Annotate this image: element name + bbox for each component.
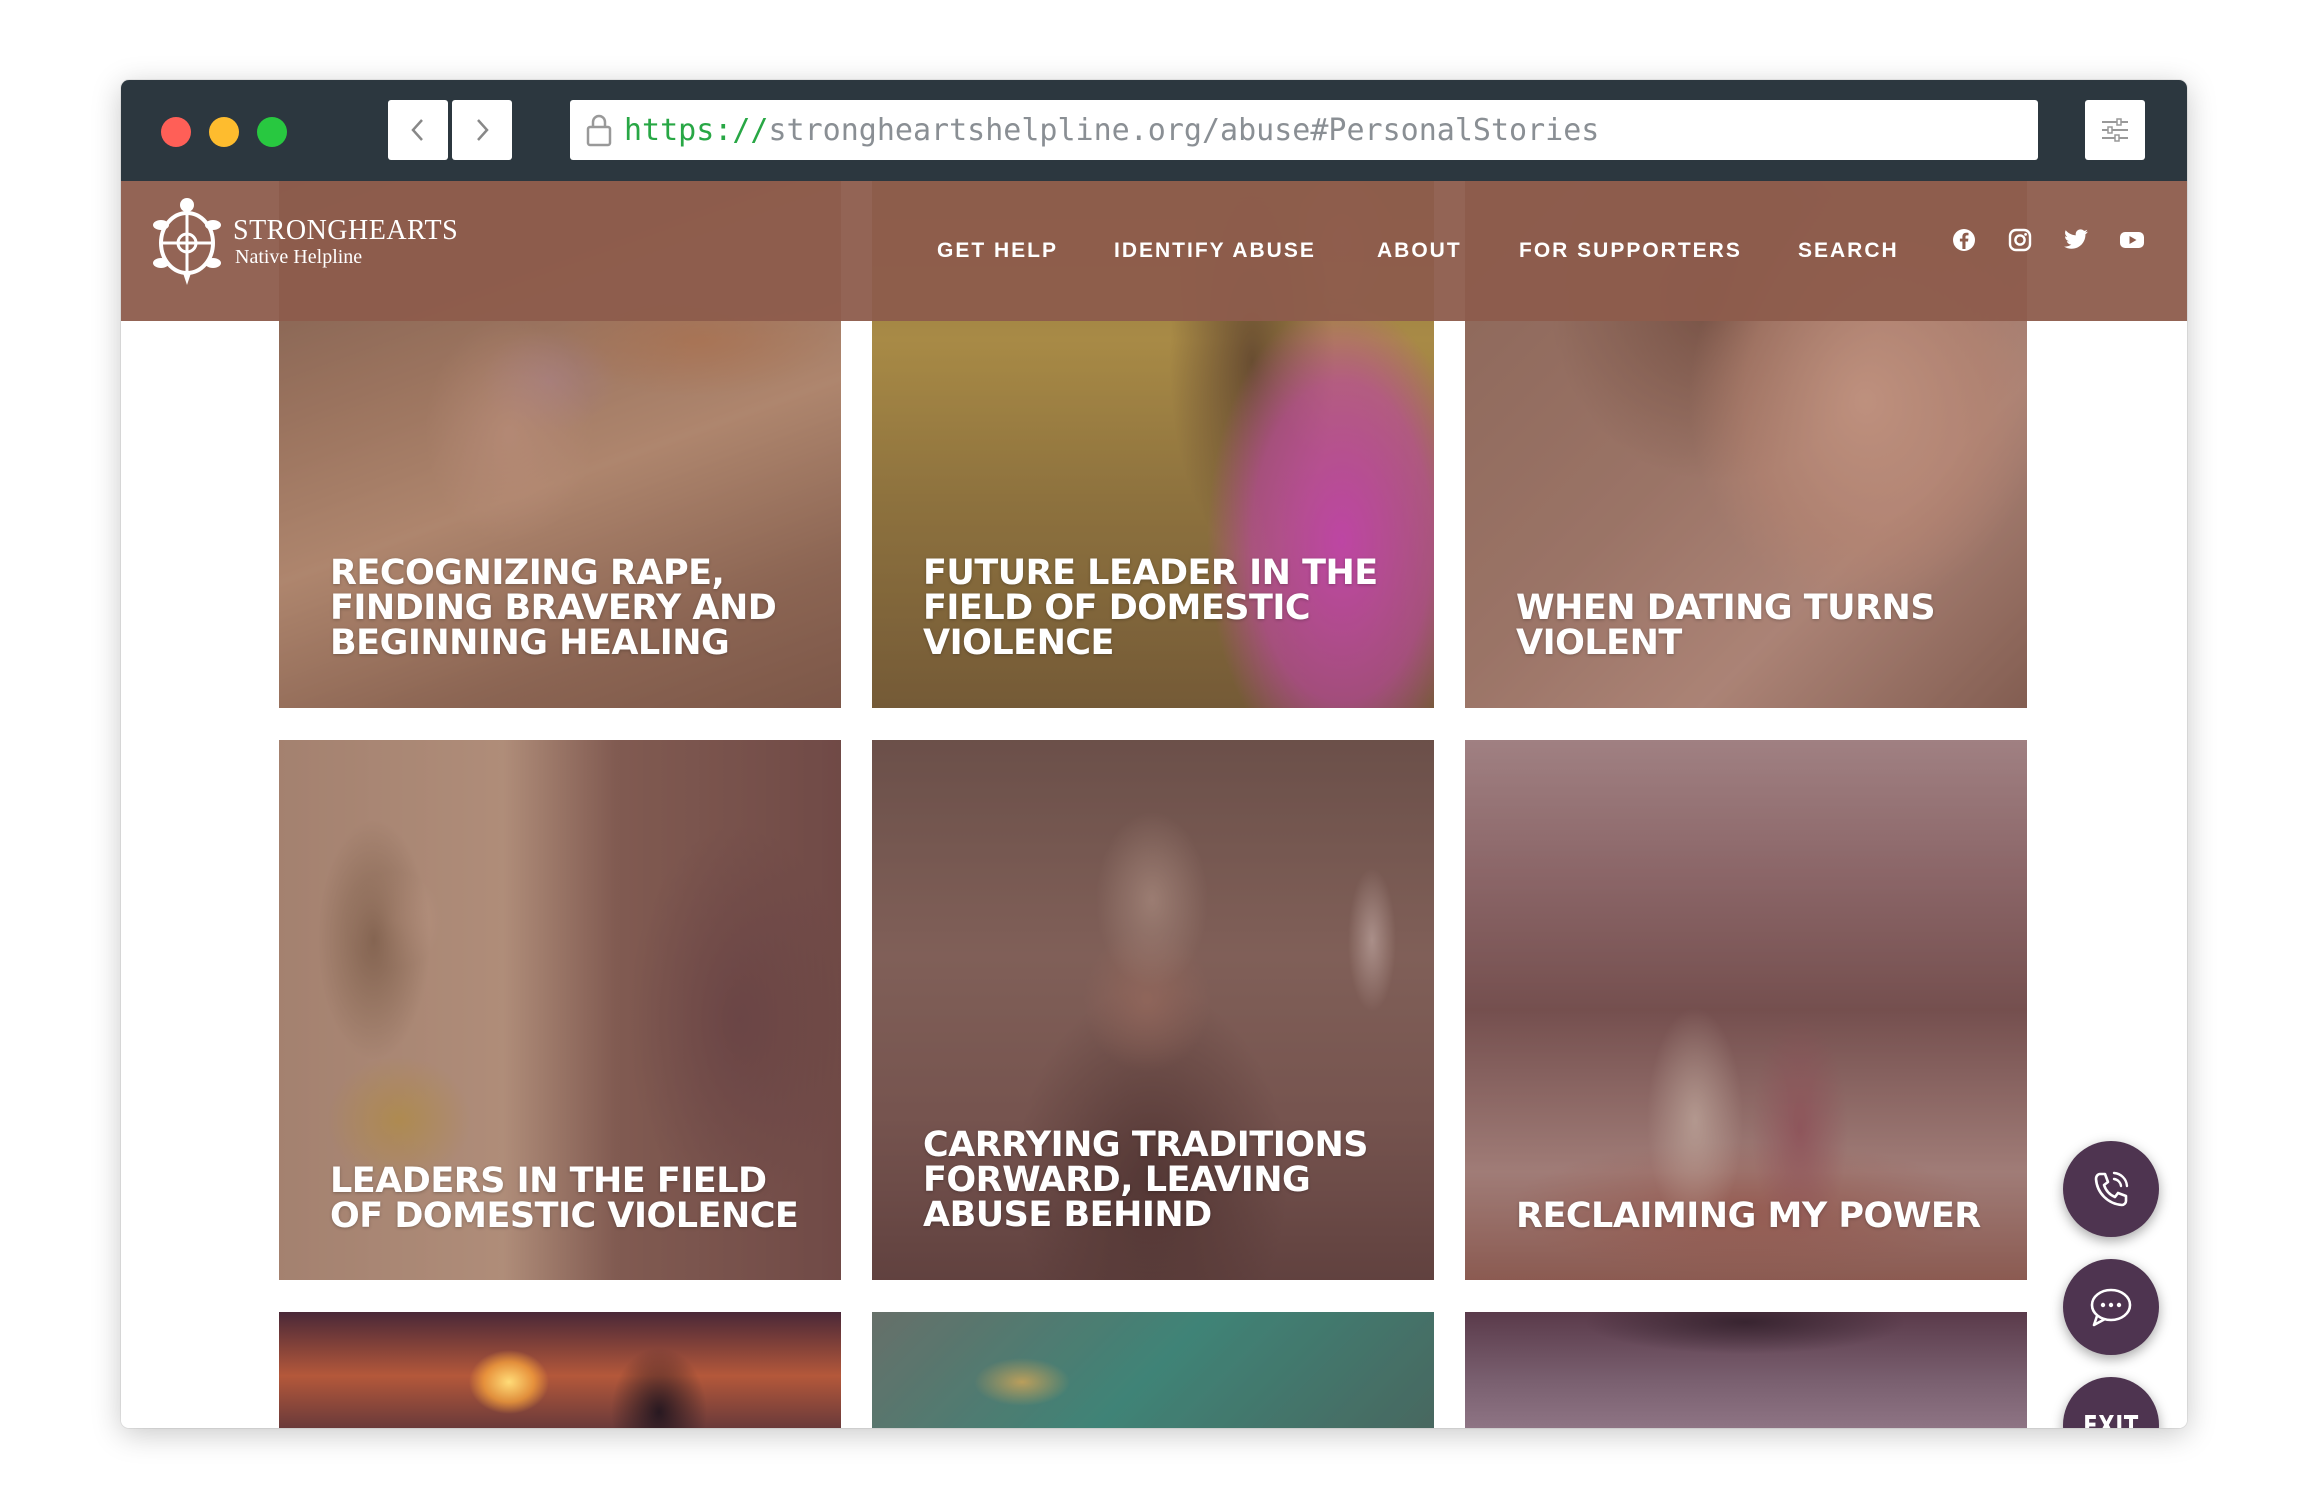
maximize-window-button[interactable] [257, 117, 287, 147]
exit-button[interactable]: EXIT [2063, 1377, 2159, 1428]
browser-window: https:// strongheartshelpline.org/abuse#… [121, 80, 2187, 1428]
chevron-right-icon [477, 119, 489, 141]
call-button[interactable] [2063, 1141, 2159, 1237]
story-title: LEADERS IN THE FIELD OF DOMESTIC VIOLENC… [330, 1161, 799, 1236]
story-title: RECLAIMING MY POWER [1516, 1196, 1981, 1236]
story-card-purple[interactable] [1465, 1312, 2027, 1428]
nav-identify-abuse[interactable]: IDENTIFY ABUSE [1114, 231, 1316, 271]
youtube-icon[interactable] [2119, 227, 2145, 253]
nav-search[interactable]: SEARCH [1798, 231, 1899, 271]
minimize-window-button[interactable] [209, 117, 239, 147]
story-title: RECOGNIZING RAPE, FINDING BRAVERY AND BE… [330, 553, 777, 663]
sliders-icon [2102, 118, 2128, 142]
chevron-left-icon [411, 119, 423, 141]
turtle-logo-icon [153, 198, 221, 285]
story-card-reclaiming-power[interactable]: RECLAIMING MY POWER [1465, 740, 2027, 1280]
story-card-sunset[interactable] [279, 1312, 841, 1428]
address-bar[interactable]: https:// strongheartshelpline.org/abuse#… [570, 100, 2038, 160]
nav-for-supporters[interactable]: FOR SUPPORTERS [1519, 231, 1742, 271]
nav-about[interactable]: ABOUT [1377, 231, 1462, 271]
story-card-leaders-field[interactable]: LEADERS IN THE FIELD OF DOMESTIC VIOLENC… [279, 740, 841, 1280]
back-button[interactable] [388, 100, 448, 160]
nav-get-help[interactable]: GET HELP [937, 231, 1058, 271]
phone-icon [2094, 1171, 2129, 1207]
site-logo[interactable]: STRONGHEARTS Native Helpline [151, 195, 458, 289]
instagram-icon[interactable] [2007, 227, 2033, 253]
story-title: CARRYING TRADITIONS FORWARD, LEAVING ABU… [923, 1125, 1368, 1235]
story-title: FUTURE LEADER IN THE FIELD OF DOMESTIC V… [923, 553, 1378, 663]
twitter-icon[interactable] [2063, 227, 2089, 253]
logo-subtitle: Native Helpline [235, 246, 363, 268]
forward-button[interactable] [452, 100, 512, 160]
facebook-icon[interactable] [1951, 227, 1977, 253]
browser-menu-button[interactable] [2085, 100, 2145, 160]
story-title: WHEN DATING TURNS VIOLENT [1516, 588, 1936, 663]
chat-bubble-icon [2090, 1288, 2132, 1327]
url-scheme: https:// [624, 112, 769, 148]
url-path: strongheartshelpline.org/abuse#PersonalS… [768, 112, 1600, 148]
close-window-button[interactable] [161, 117, 191, 147]
site-header: STRONGHEARTS Native Helpline GET HELP ID… [121, 181, 2187, 321]
story-card-teal[interactable] [872, 1312, 1434, 1428]
exit-label: EXIT [2083, 1408, 2139, 1429]
chat-button[interactable] [2063, 1259, 2159, 1355]
page-viewport: STRONGHEARTS Native Helpline GET HELP ID… [121, 181, 2187, 1428]
browser-toolbar: https:// strongheartshelpline.org/abuse#… [121, 80, 2187, 181]
lock-icon [586, 114, 612, 147]
story-card-carrying-traditions[interactable]: CARRYING TRADITIONS FORWARD, LEAVING ABU… [872, 740, 1434, 1280]
logo-title: STRONGHEARTS [233, 215, 459, 246]
